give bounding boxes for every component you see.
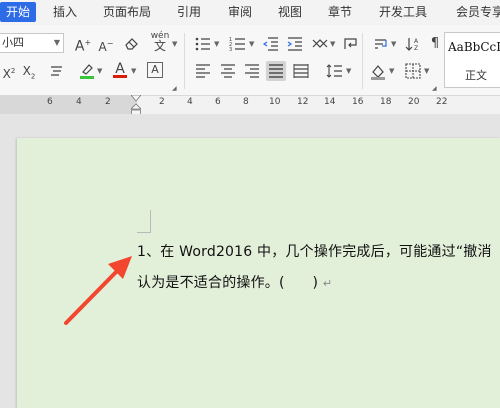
- page-margin-corner-mark: [137, 210, 151, 233]
- chinese-layout-icon[interactable]: [311, 35, 329, 53]
- tab-member-exclusive[interactable]: 会员专享: [456, 3, 500, 22]
- ruler-number: 12: [297, 97, 309, 107]
- numbered-list-icon[interactable]: 123: [229, 35, 247, 53]
- align-left-icon[interactable]: [194, 62, 212, 80]
- paragraph-mark-icon[interactable]: ¶: [426, 35, 444, 53]
- tab-home[interactable]: 开始: [0, 2, 37, 22]
- question-text-line-2: 认为是不适合的操作。( ): [137, 275, 319, 291]
- ruler-number: 14: [324, 97, 336, 107]
- document-line-1[interactable]: 1、在 Word2016 中，几个操作完成后，可能通过“撤消: [137, 241, 492, 261]
- font-size-value: 小四: [2, 36, 24, 49]
- ruler-number: 10: [269, 97, 281, 107]
- tab-page-layout[interactable]: 页面布局: [103, 3, 151, 22]
- character-border-icon[interactable]: A: [147, 62, 163, 78]
- subscript-icon[interactable]: X2: [20, 62, 38, 80]
- phonetic-guide-icon[interactable]: wén 文: [149, 31, 171, 52]
- ribbon-tab-bar: 开始 插入 页面布局 引用 审阅 视图 章节 开发工具 会员专享: [0, 0, 500, 25]
- chevron-down-icon[interactable]: ▼: [389, 67, 394, 75]
- svg-text:A: A: [414, 38, 419, 45]
- ruler-number: 16: [352, 97, 364, 107]
- chevron-down-icon[interactable]: ▼: [131, 67, 136, 75]
- chevron-down-icon[interactable]: ▼: [97, 67, 102, 75]
- chevron-down-icon[interactable]: ▼: [249, 40, 254, 48]
- decrease-indent-icon[interactable]: [262, 35, 280, 53]
- chevron-down-icon[interactable]: ▼: [214, 40, 219, 48]
- chevron-down-icon[interactable]: ▼: [346, 67, 351, 75]
- horizontal-ruler[interactable]: 6 4 2 2 4 6 8 10 12 14 16 18 20 22: [0, 96, 500, 114]
- tab-insert[interactable]: 插入: [53, 3, 77, 22]
- ruler-number: 6: [215, 97, 221, 107]
- font-color-icon[interactable]: A: [111, 60, 129, 78]
- ruler-number: 18: [380, 97, 392, 107]
- font-size-select[interactable]: 小四 ▼: [0, 33, 64, 53]
- line-break-icon[interactable]: [372, 35, 390, 53]
- align-right-icon[interactable]: [243, 62, 261, 80]
- svg-text:3: 3: [229, 47, 232, 53]
- question-text-line-1: 1、在 Word2016 中，几个操作完成后，可能通过“撤消: [137, 244, 492, 260]
- ruler-number: 2: [105, 97, 111, 107]
- tab-view[interactable]: 视图: [278, 3, 302, 22]
- tab-sections[interactable]: 章节: [328, 3, 352, 22]
- paragraph-mark: ↵: [322, 277, 333, 290]
- ruler-number: 20: [408, 97, 420, 107]
- grow-font-icon[interactable]: A+: [74, 34, 92, 55]
- distributed-align-icon[interactable]: [292, 62, 310, 80]
- superscript-icon[interactable]: X2: [0, 62, 18, 81]
- tab-developer-tools[interactable]: 开发工具: [379, 3, 427, 22]
- show-hide-marks-icon[interactable]: [342, 35, 360, 53]
- toolbar-divider: [362, 33, 363, 89]
- document-line-2[interactable]: 认为是不适合的操作。( ) ↵: [137, 272, 332, 292]
- ruler-number: 4: [187, 97, 193, 107]
- ruler-number: 22: [436, 97, 448, 107]
- borders-icon[interactable]: [404, 62, 422, 80]
- formatting-toolbar: 小四 ▼ A+ A− wén 文 ▼ X2 X2 ▼ A ▼ A ▼ 123 ▼ …: [0, 25, 500, 96]
- ruler-number: 2: [159, 97, 165, 107]
- chevron-down-icon[interactable]: ▼: [54, 34, 60, 52]
- shrink-font-icon[interactable]: A−: [97, 35, 115, 54]
- ruler-number: 8: [243, 97, 249, 107]
- svg-text:Z: Z: [414, 45, 418, 52]
- sort-icon[interactable]: AZ: [404, 35, 422, 53]
- shading-icon[interactable]: [369, 62, 387, 80]
- highlight-icon[interactable]: [78, 61, 96, 79]
- style-sample-text: AaBbCcDd: [448, 40, 500, 54]
- style-gallery[interactable]: AaBbCcDd 正文: [444, 32, 500, 88]
- tab-references[interactable]: 引用: [177, 3, 201, 22]
- align-center-icon[interactable]: [219, 62, 237, 80]
- justify-icon[interactable]: [266, 61, 286, 81]
- toolbar-divider: [184, 33, 185, 89]
- style-name-normal: 正文: [465, 69, 487, 82]
- chevron-down-icon[interactable]: ▼: [391, 40, 396, 48]
- bullet-list-icon[interactable]: [194, 35, 212, 53]
- clear-formatting-icon[interactable]: [122, 34, 140, 52]
- chevron-down-icon[interactable]: ▼: [330, 40, 335, 48]
- text-effect-icon[interactable]: [48, 62, 66, 80]
- ruler-number: 6: [47, 97, 53, 107]
- paragraph-dialog-launcher-icon[interactable]: ◢: [432, 85, 437, 92]
- increase-indent-icon[interactable]: [286, 35, 304, 53]
- chevron-down-icon[interactable]: ▼: [424, 67, 429, 75]
- chevron-down-icon[interactable]: ▼: [172, 40, 177, 48]
- line-spacing-icon[interactable]: [326, 62, 344, 80]
- font-dialog-launcher-icon[interactable]: ◢: [172, 85, 177, 92]
- ruler-number: 4: [76, 97, 82, 107]
- tab-review[interactable]: 审阅: [228, 3, 252, 22]
